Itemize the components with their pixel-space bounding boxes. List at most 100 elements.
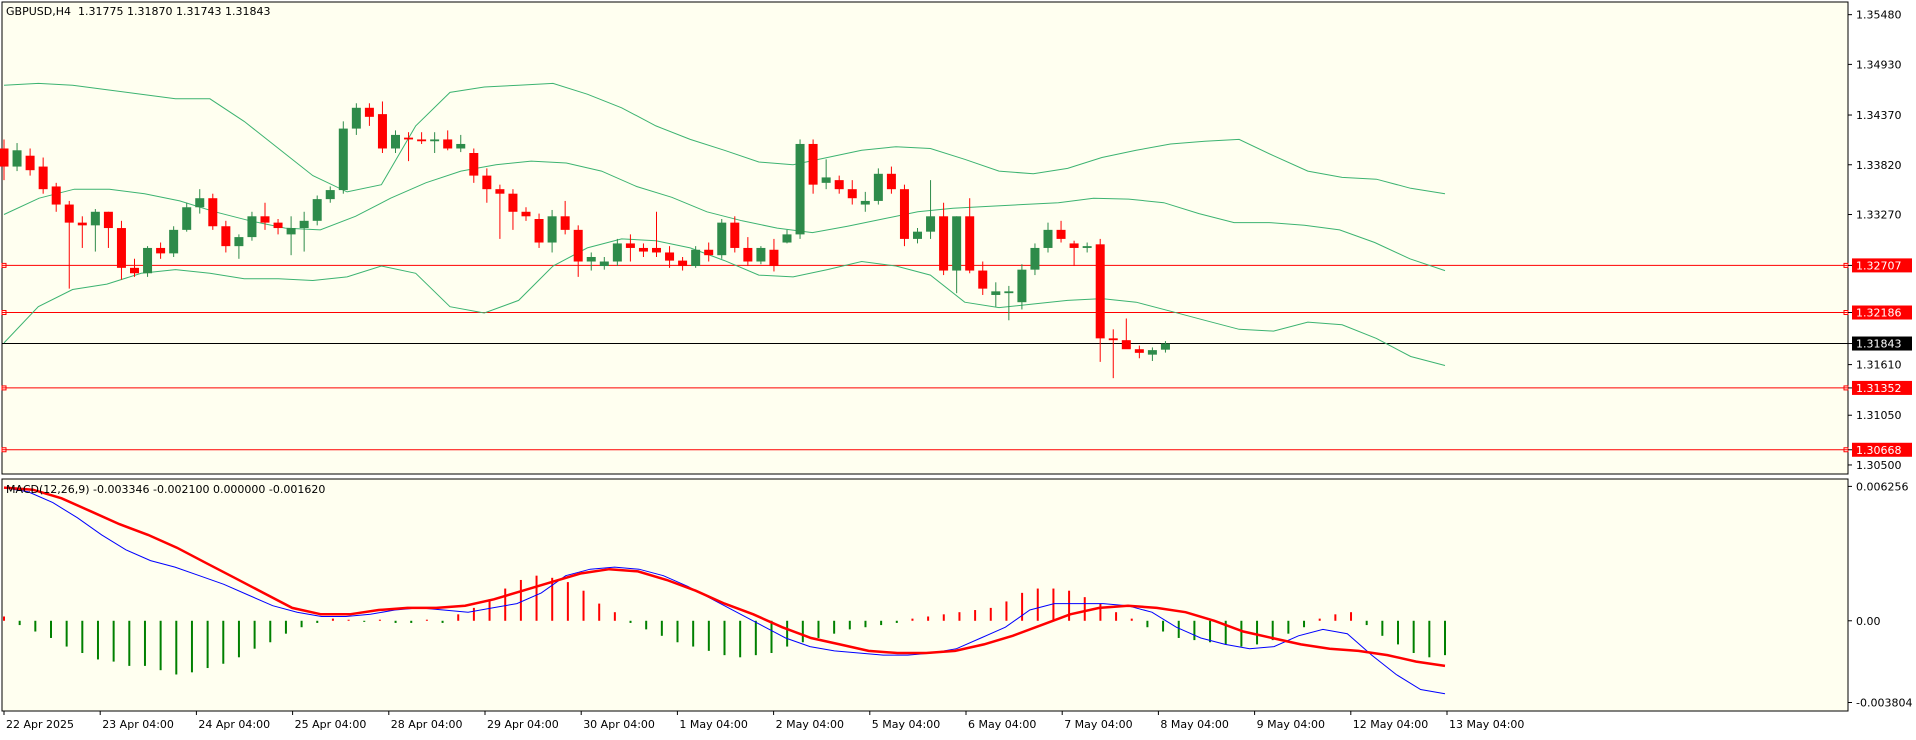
candle-bear — [769, 249, 779, 267]
price-panel-frame — [1, 1, 1849, 475]
candle-bull — [860, 200, 870, 205]
time-tick-label: 12 May 04:00 — [1353, 718, 1428, 731]
ohlc-label: 1.31775 1.31870 1.31743 1.31843 — [78, 5, 270, 18]
candle-bear — [116, 228, 126, 268]
price-tick-label: 1.31050 — [1856, 409, 1902, 422]
price-tag-label: 1.32707 — [1856, 259, 1902, 272]
candle-bull — [1017, 269, 1027, 303]
candle-bear — [625, 243, 635, 248]
time-tick-label: 29 Apr 04:00 — [487, 718, 559, 731]
candle-bear — [704, 249, 714, 256]
candle-bull — [182, 207, 192, 230]
macd-tick-label: 0.006256 — [1856, 480, 1909, 493]
candle-bull — [286, 228, 296, 235]
candle-bear — [743, 247, 753, 262]
candle-bull — [952, 216, 962, 271]
candle-bull — [782, 234, 792, 243]
candle-bear — [1056, 229, 1066, 239]
candle-bear — [678, 260, 688, 267]
candle-bear — [1121, 340, 1131, 350]
time-tick-label: 28 Apr 04:00 — [391, 718, 463, 731]
candle-bull — [926, 216, 936, 232]
candle-bull — [234, 237, 244, 247]
candle-bull — [1082, 246, 1092, 248]
macd-tick-label: 0.00 — [1856, 615, 1881, 628]
candle-bear — [834, 180, 844, 190]
candle-bull — [1004, 291, 1014, 294]
candle-bear — [638, 247, 648, 252]
candle-bear — [103, 211, 113, 229]
candle-bull — [599, 261, 609, 267]
candle-bull — [1160, 343, 1170, 350]
candle-bull — [195, 198, 205, 208]
time-tick-label: 23 Apr 04:00 — [102, 718, 174, 731]
time-tick-label: 5 May 04:00 — [872, 718, 940, 731]
price-tick-label: 1.34370 — [1856, 109, 1902, 122]
price-tick-label: 1.33270 — [1856, 208, 1902, 221]
candle-bear — [25, 155, 35, 171]
candle-bull — [991, 291, 1001, 295]
candle-bull — [143, 247, 153, 274]
price-panel[interactable]: GBPUSD,H4 1.31775 1.31870 1.31743 1.3184… — [0, 1, 1849, 475]
candle-bear — [521, 211, 531, 217]
price-tag-label: 1.31843 — [1856, 338, 1902, 351]
candle-bull — [756, 247, 766, 262]
candle-bear — [404, 137, 414, 140]
candle-bull — [351, 107, 361, 129]
symbol-label: GBPUSD,H4 — [6, 5, 71, 18]
time-tick-label: 2 May 04:00 — [776, 718, 844, 731]
candle-bear — [221, 226, 231, 247]
candle-bull — [430, 139, 440, 142]
candle-bear — [847, 189, 857, 199]
candle-bull — [913, 231, 922, 239]
macd-panel-frame — [1, 478, 1849, 712]
macd-panel[interactable]: MACD(12,26,9) -0.003346 -0.002100 0.0000… — [1, 478, 1849, 712]
candle-bear — [51, 186, 61, 205]
candle-bear — [482, 175, 492, 190]
candle-bear — [1095, 244, 1105, 339]
candle-bear — [377, 114, 387, 149]
price-tick-label: 1.30500 — [1856, 459, 1902, 472]
candle-bear — [1134, 349, 1144, 353]
candle-bull — [169, 229, 179, 254]
price-tick-label: 1.31610 — [1856, 359, 1902, 372]
time-tick-label: 1 May 04:00 — [679, 718, 747, 731]
candle-bear — [260, 216, 270, 223]
candle-bear — [886, 173, 896, 190]
price-tick-label: 1.34930 — [1856, 58, 1902, 71]
macd-tick-label: -0.003804 — [1856, 696, 1912, 709]
candle-bull — [90, 211, 100, 226]
candle-bear — [469, 153, 479, 176]
candle-bear — [443, 139, 453, 149]
candle-bull — [586, 256, 596, 262]
price-tag-label: 1.30668 — [1856, 444, 1902, 457]
candle-bear — [130, 267, 139, 274]
candle-bear — [939, 216, 949, 271]
chart-canvas[interactable]: GBPUSD,H4 1.31775 1.31870 1.31743 1.3184… — [0, 0, 1916, 737]
candle-bear — [208, 198, 218, 227]
candle-bull — [456, 143, 466, 149]
candle-bear — [77, 222, 87, 226]
candle-bear — [0, 148, 9, 167]
candle-bear — [508, 193, 518, 212]
candle-bull — [821, 177, 831, 183]
price-tick-label: 1.35480 — [1856, 9, 1902, 22]
candle-bear — [417, 139, 427, 142]
candle-bear — [965, 216, 975, 271]
candle-bear — [156, 247, 166, 254]
candle-bull — [247, 216, 257, 238]
candle-bear — [730, 222, 740, 248]
candle-bear — [1108, 338, 1118, 341]
candle-bear — [652, 247, 661, 253]
price-tag-label: 1.31352 — [1856, 382, 1902, 395]
candle-bear — [560, 216, 570, 230]
time-tick-label: 30 Apr 04:00 — [583, 718, 655, 731]
candle-bear — [978, 270, 988, 289]
candle-bear — [364, 107, 374, 117]
candle-bull — [338, 128, 348, 191]
time-tick-label: 6 May 04:00 — [968, 718, 1036, 731]
time-tick-label: 9 May 04:00 — [1257, 718, 1325, 731]
candle-bull — [795, 143, 805, 235]
candle-bull — [325, 190, 335, 200]
candle-bull — [299, 220, 309, 229]
